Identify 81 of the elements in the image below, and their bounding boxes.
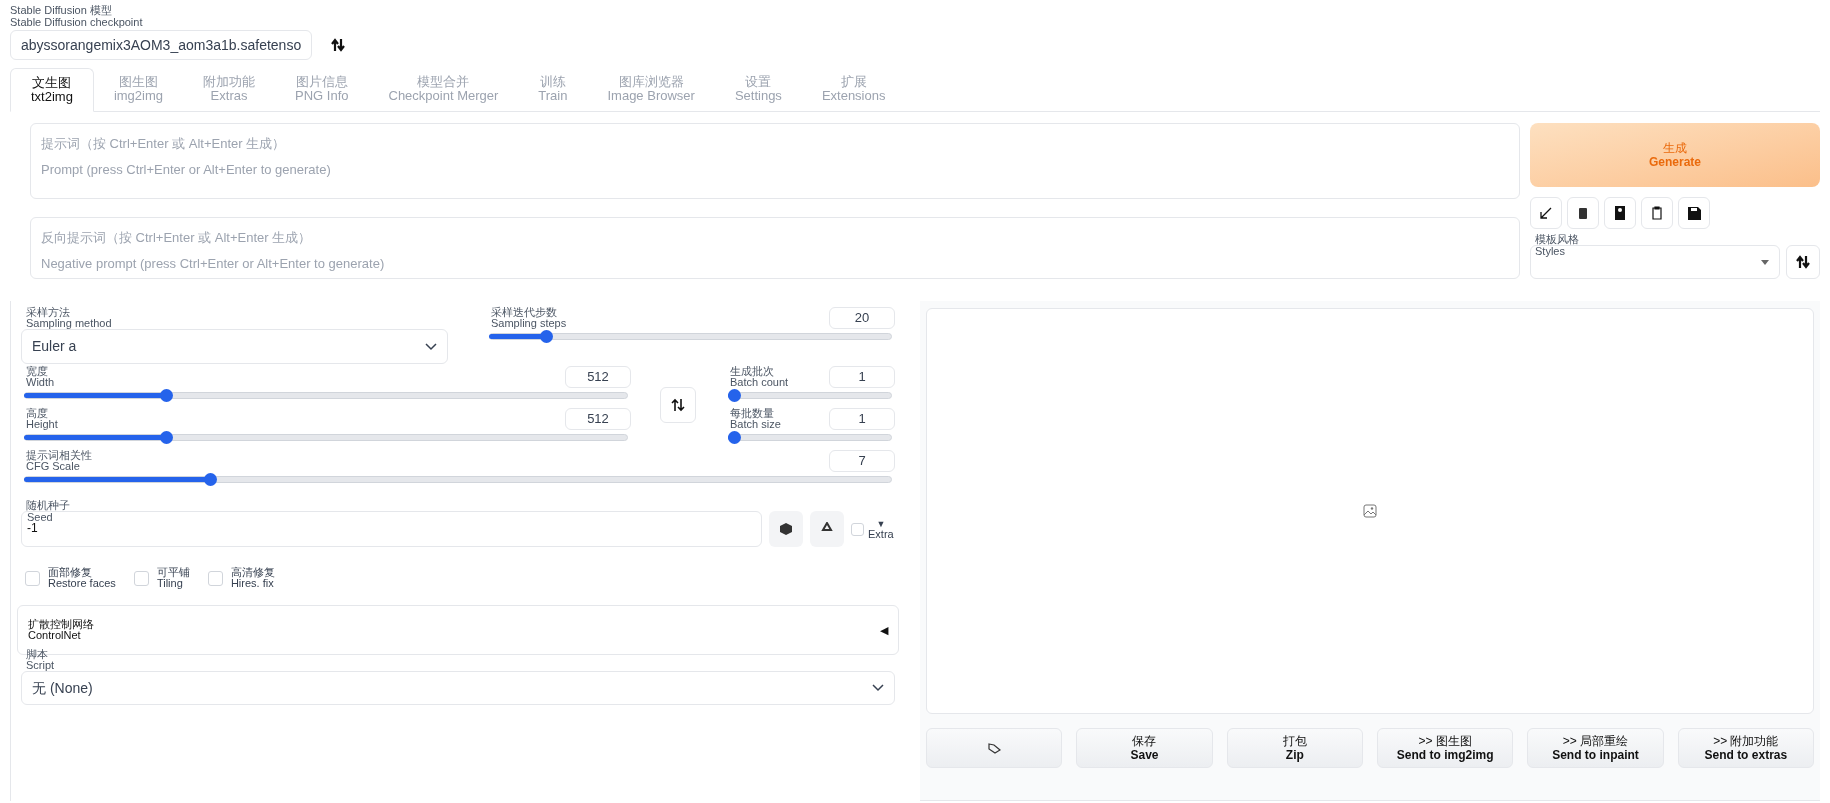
slider-thumb[interactable] bbox=[728, 431, 741, 444]
image-icon bbox=[1363, 504, 1377, 518]
refresh-button[interactable] bbox=[1786, 245, 1820, 279]
field-label: Stable Diffusion checkpoint bbox=[10, 16, 144, 28]
slider-label: 每批数量 bbox=[730, 408, 775, 419]
action-button[interactable]: 打包 Zip bbox=[1226, 728, 1363, 768]
swap-icon bbox=[671, 398, 685, 412]
action-button[interactable]: >> 图生图 Send to img2img bbox=[1377, 728, 1514, 768]
action-button[interactable]: >> 附加功能 Send to extras bbox=[1677, 728, 1814, 768]
dice-button[interactable] bbox=[769, 511, 803, 547]
field-label: 随机种子 bbox=[25, 500, 71, 511]
field-label: Sampling method bbox=[25, 318, 113, 329]
chevron-icon bbox=[872, 684, 884, 692]
slider-track[interactable] bbox=[24, 389, 628, 402]
script-dropdown[interactable]: 无 (None) bbox=[21, 671, 895, 705]
checkbox-label: Hires. fix bbox=[230, 578, 275, 589]
number-field[interactable]: 7 bbox=[829, 450, 895, 472]
slider-thumb[interactable] bbox=[159, 431, 173, 444]
number-field[interactable]: 512 bbox=[565, 366, 631, 388]
slider-track[interactable] bbox=[24, 431, 628, 444]
slider-thumb[interactable] bbox=[728, 389, 741, 402]
slider-label: 生成批次 bbox=[730, 366, 775, 377]
swap-button[interactable] bbox=[660, 387, 696, 423]
slider-label: 高度 bbox=[26, 408, 49, 419]
field-label: 采样方法 bbox=[25, 307, 71, 318]
number-field[interactable]: 1 bbox=[829, 366, 895, 388]
slider-label: CFG Scale bbox=[26, 461, 80, 472]
panel-title: ControlNet bbox=[28, 630, 81, 641]
number-field[interactable]: 1 bbox=[829, 408, 895, 430]
picture-button[interactable] bbox=[1604, 197, 1636, 229]
field-label: Script bbox=[25, 660, 56, 671]
slider-thumb[interactable] bbox=[159, 389, 173, 402]
arrow-button[interactable] bbox=[1530, 197, 1562, 229]
field-label: Stable Diffusion 模型 bbox=[10, 4, 113, 16]
triangle-text: ▼ bbox=[876, 519, 886, 529]
slider-label: 采样迭代步数 bbox=[491, 307, 558, 318]
diagonal-arrow-icon bbox=[1539, 206, 1553, 220]
recycle-button[interactable] bbox=[810, 511, 844, 547]
checkbox-label: 高清修复 bbox=[230, 567, 275, 578]
checkbox-label: Tiling bbox=[156, 578, 183, 589]
checkbox[interactable] bbox=[133, 570, 149, 586]
action-button[interactable]: 保存 Save bbox=[1076, 728, 1213, 768]
slider-track[interactable] bbox=[728, 431, 892, 444]
slider-label: Height bbox=[26, 419, 58, 430]
slider-track[interactable] bbox=[24, 473, 892, 486]
slider-label: Sampling steps bbox=[491, 318, 567, 329]
card-icon bbox=[1615, 206, 1625, 220]
checkbox[interactable] bbox=[851, 522, 864, 536]
slider-thumb[interactable] bbox=[539, 330, 553, 343]
number-field[interactable]: 20 bbox=[829, 307, 895, 329]
number-field[interactable]: 512 bbox=[565, 408, 631, 430]
slider-thumb[interactable] bbox=[203, 473, 217, 486]
field-label: Styles bbox=[1534, 245, 1566, 257]
checkbox[interactable] bbox=[25, 570, 40, 586]
clipboard-button[interactable] bbox=[1641, 197, 1673, 229]
slider-label: Batch size bbox=[730, 419, 781, 430]
save-button[interactable] bbox=[1678, 197, 1710, 229]
action-button[interactable]: >> 局部重绘 Send to inpaint bbox=[1527, 728, 1664, 768]
caret-icon bbox=[1761, 259, 1769, 265]
checkbox-label: Extra bbox=[868, 529, 894, 539]
sampling-method-dropdown[interactable]: Euler a bbox=[21, 329, 448, 364]
slider-label: Width bbox=[26, 377, 55, 388]
slider-label: 宽度 bbox=[26, 366, 49, 377]
checkbox[interactable] bbox=[207, 570, 223, 586]
clipboard-icon bbox=[1652, 206, 1662, 220]
cube-icon bbox=[780, 523, 792, 535]
panel-title: 扩散控制网络 bbox=[28, 619, 94, 630]
checkbox-label: 面部修复 bbox=[48, 567, 93, 578]
seed-field[interactable]: Seed -1 bbox=[21, 511, 762, 547]
checkbox-label: Restore faces bbox=[48, 578, 116, 589]
chevron-icon bbox=[425, 342, 437, 351]
trash-button[interactable] bbox=[1567, 197, 1599, 229]
slider-label: 提示词相关性 bbox=[26, 450, 92, 461]
slider-track[interactable] bbox=[489, 330, 892, 343]
slider-label: Batch count bbox=[730, 377, 789, 388]
collapse-toggle[interactable]: ◀ bbox=[880, 621, 888, 639]
checkpoint-dropdown[interactable]: abyssorangemix3AOM3_aom3a1b.safetenso bbox=[10, 30, 312, 60]
slider-track[interactable] bbox=[728, 389, 892, 402]
checkbox-label: 可平铺 bbox=[156, 567, 190, 578]
field-label: 模板风格 bbox=[1534, 233, 1580, 245]
tab[interactable]: 文生图 txt2img bbox=[10, 68, 94, 112]
